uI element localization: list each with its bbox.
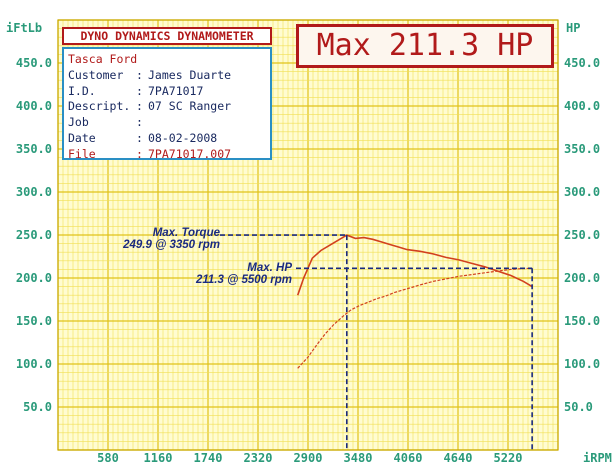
info-value: 08-02-2008 — [148, 130, 218, 145]
max-torque-title: Max. Torque — [152, 227, 220, 239]
y-tick-label-left: 350.0 — [16, 142, 52, 156]
max-torque-value: 249.9 @ 3350 rpm — [123, 239, 220, 251]
y-axis-right: 50.0 100.0 150.0 200.0 250.0 300.0 350.0 400.0 4… — [564, 56, 600, 414]
info-colon: : — [136, 115, 143, 130]
max-hp-banner: Max 211.3 HP — [296, 24, 554, 68]
y-axis-left: 50.0 100.0 150.0 200.0 250.0 300.0 350.0 400.0 4… — [16, 56, 52, 414]
max-hp-value: 211.3 @ 5500 rpm — [195, 274, 292, 286]
info-value: James Duarte — [148, 67, 232, 82]
y-tick-label-right: 100.0 — [564, 357, 600, 371]
info-value: 07 SC Ranger — [148, 99, 232, 114]
info-colon: : — [136, 67, 143, 82]
y-axis-left-label: iFtLb — [6, 21, 42, 35]
info-row: File:7PA71017.007 — [68, 147, 266, 163]
info-key: File — [68, 146, 96, 161]
info-colon: : — [136, 83, 143, 98]
y-tick-label-left: 100.0 — [16, 357, 52, 371]
info-key: Descript. — [68, 99, 131, 114]
x-tick-label: 1160 — [144, 451, 173, 465]
info-colon: : — [136, 130, 143, 145]
info-row: Job: — [68, 115, 266, 131]
y-tick-label-left: 150.0 — [16, 314, 52, 328]
x-tick-label: 2900 — [294, 451, 323, 465]
x-tick-label: 3480 — [344, 451, 373, 465]
y-axis-right-label: HP — [566, 21, 580, 35]
max-hp-annotation: Max. HP 211.3 @ 5500 rpm — [170, 262, 292, 286]
x-tick-label: 1740 — [194, 451, 223, 465]
y-tick-label-left: 400.0 — [16, 99, 52, 113]
y-tick-label-left: 250.0 — [16, 228, 52, 242]
info-value: 7PA71017 — [148, 83, 204, 98]
y-tick-label-right: 450.0 — [564, 56, 600, 70]
info-key: Date — [68, 130, 96, 145]
info-row: Descript.:07 SC Ranger — [68, 99, 266, 115]
y-tick-label-right: 400.0 — [564, 99, 600, 113]
y-tick-label-right: 200.0 — [564, 271, 600, 285]
x-axis-label: iRPM — [583, 451, 612, 465]
x-tick-label: 5220 — [494, 451, 523, 465]
x-tick-label: 580 — [97, 451, 119, 465]
y-tick-label-left: 50.0 — [23, 400, 52, 414]
y-tick-label-left: 200.0 — [16, 271, 52, 285]
y-tick-label-right: 350.0 — [564, 142, 600, 156]
x-axis: 580 1160 1740 2320 2900 3480 4060 4640 5220 — [97, 451, 522, 465]
info-key: Customer — [68, 67, 124, 82]
x-tick-label: 4640 — [444, 451, 473, 465]
info-colon: : — [136, 146, 143, 161]
info-colon: : — [136, 99, 143, 114]
info-rows: Customer: James Duarte I.D.:7PA71017 Descri… — [68, 68, 266, 163]
shop-name: Tasca Ford — [68, 52, 138, 66]
run-info-panel: Tasca Ford Customer: James Duarte I.D.:7PA… — [62, 47, 272, 163]
x-tick-label: 2320 — [244, 451, 273, 465]
x-tick-label: 4060 — [394, 451, 423, 465]
max-hp-title: Max. HP — [247, 262, 292, 274]
info-row: Date:08-02-2008 — [68, 131, 266, 147]
info-key: Job — [68, 115, 89, 130]
max-torque-annotation: Max. Torque 249.9 @ 3350 rpm — [104, 227, 220, 251]
y-tick-label-right: 250.0 — [564, 228, 600, 242]
y-tick-label-right: 150.0 — [564, 314, 600, 328]
y-tick-label-right: 300.0 — [564, 185, 600, 199]
y-tick-label-right: 50.0 — [564, 400, 593, 414]
info-value: 7PA71017.007 — [148, 146, 232, 161]
info-key: I.D. — [68, 83, 96, 98]
info-row: I.D.:7PA71017 — [68, 84, 266, 100]
y-tick-label-left: 450.0 — [16, 56, 52, 70]
dyno-header: DYNO DYNAMICS DYNAMOMETER — [62, 27, 272, 45]
y-tick-label-left: 300.0 — [16, 185, 52, 199]
info-row: Customer: James Duarte — [68, 68, 266, 84]
